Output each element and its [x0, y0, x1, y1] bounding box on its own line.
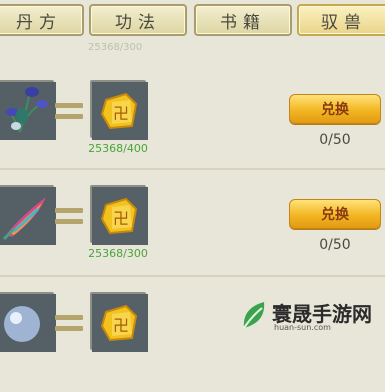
svg-text:卍: 卍	[113, 316, 129, 335]
watermark: 寰晟手游网 huan-sun.com	[236, 296, 385, 335]
equals-sign	[55, 315, 83, 333]
gold-swastika-coin-icon[interactable]: 卍	[90, 292, 148, 352]
gold-swastika-coin-icon[interactable]: 卍	[90, 185, 148, 245]
row-divider	[0, 168, 385, 170]
exchange-row: 卍 25368/300 兑换 0/50	[0, 165, 385, 285]
equals-sign	[55, 208, 83, 226]
exchange-count: 0/50	[319, 132, 351, 148]
blue-flower-icon[interactable]	[0, 80, 56, 140]
tab-books[interactable]: 书籍	[194, 4, 292, 36]
crystal-orb-icon[interactable]	[0, 292, 56, 352]
cropped-cost-text: 25368/300	[88, 42, 143, 53]
exchange-button[interactable]: 兑换	[289, 94, 381, 124]
cost-label: 25368/300	[88, 247, 148, 260]
gold-swastika-coin-icon[interactable]: 卍	[90, 80, 148, 140]
equals-sign	[55, 103, 83, 121]
tab-techniques[interactable]: 功法	[89, 4, 187, 36]
leaf-logo-icon	[243, 302, 265, 329]
svg-text:卍: 卍	[113, 104, 129, 123]
exchange-row: 卍 25368/400 兑换 0/50	[0, 60, 385, 180]
row-divider	[0, 275, 385, 277]
tab-beast-taming[interactable]: 驭兽	[297, 4, 385, 36]
tab-bar: 丹方 功法 书籍 驭兽	[0, 0, 385, 44]
tab-recipes[interactable]: 丹方	[0, 4, 84, 36]
svg-text:卍: 卍	[113, 209, 129, 228]
cost-label: 25368/400	[88, 142, 148, 155]
rainbow-feather-icon[interactable]	[0, 185, 56, 245]
exchange-button[interactable]: 兑换	[289, 199, 381, 229]
watermark-url: huan-sun.com	[274, 323, 331, 332]
exchange-count: 0/50	[319, 237, 351, 253]
